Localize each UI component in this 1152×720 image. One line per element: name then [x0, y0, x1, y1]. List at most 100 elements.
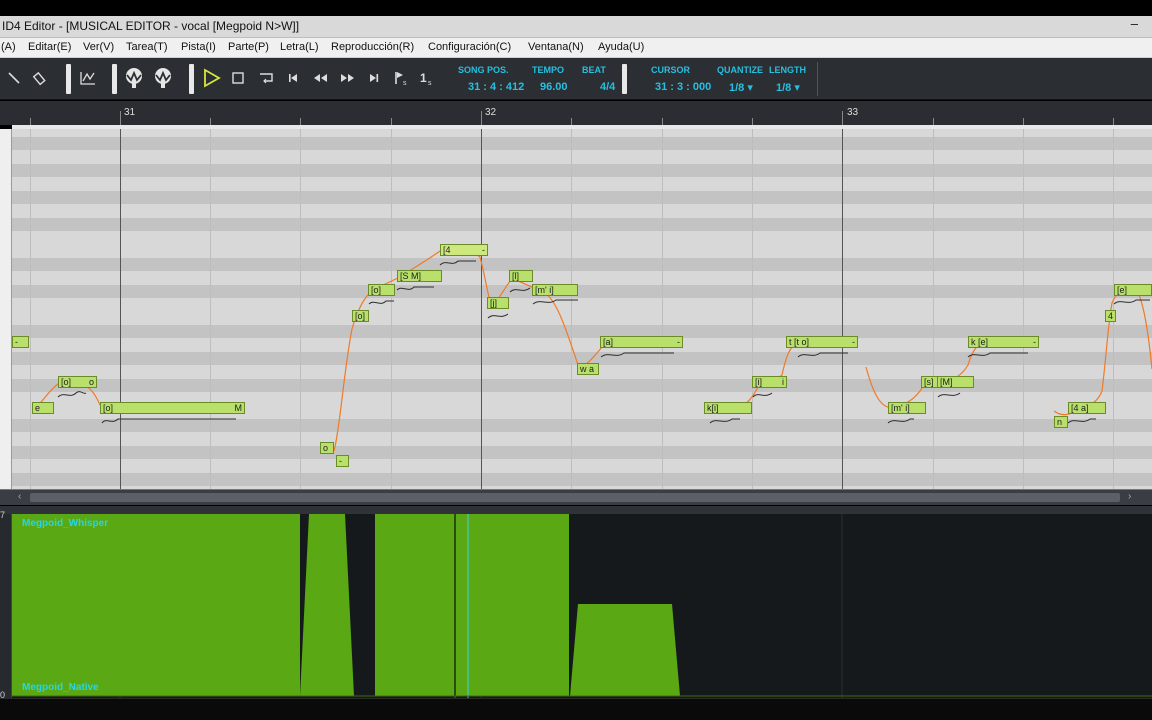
vocal-tree-icon[interactable]: [150, 66, 176, 90]
ruler-tick: [662, 118, 663, 125]
note-phoneme: i: [782, 377, 784, 387]
window-title: ID4 Editor - [MUSICAL EDITOR - vocal [Me…: [2, 19, 300, 33]
cursor-value: 31 : 3 : 000: [655, 81, 712, 93]
parameter-lane[interactable]: Megpoid_Whisper Megpoid_Native: [0, 514, 1152, 698]
eraser-icon[interactable]: [30, 66, 50, 90]
menu-item-editar[interactable]: Editar(E): [28, 41, 71, 53]
transport-toolbar: s 1s SONG POS. 31 : 4 : 412 TEMPO 96.00 …: [0, 58, 1152, 100]
quantize-select[interactable]: 1/8 ▾: [729, 81, 753, 94]
ruler-tick: [1113, 118, 1114, 125]
note-block[interactable]: [m' i]: [888, 402, 926, 414]
go-end-icon[interactable]: [365, 66, 383, 90]
note-block[interactable]: [j]: [487, 297, 509, 309]
note-block[interactable]: [o]: [352, 310, 369, 322]
note-block[interactable]: o: [320, 442, 334, 454]
note-block[interactable]: [o] o: [58, 376, 97, 388]
stop-icon[interactable]: [228, 66, 248, 90]
loop-icon[interactable]: [256, 66, 276, 90]
song-pos-label: SONG POS.: [458, 65, 509, 75]
note-block[interactable]: w a: [577, 363, 599, 375]
menu-item-letra[interactable]: Letra(L): [280, 41, 319, 53]
note-block[interactable]: [4 a]: [1068, 402, 1106, 414]
menu-item-configuracion[interactable]: Configuración(C): [428, 41, 511, 53]
note-lyric: t [t o]: [789, 337, 810, 347]
fast-forward-icon[interactable]: [337, 66, 359, 90]
scrollbar-thumb[interactable]: [30, 493, 1120, 502]
menu-item-tarea[interactable]: Tarea(T): [126, 41, 168, 53]
note-phoneme: M: [234, 403, 243, 413]
note-lyric: [o]: [61, 377, 72, 387]
note-phoneme: -: [677, 337, 680, 347]
bar-number: 33: [847, 107, 859, 118]
scroll-right-icon[interactable]: ›: [1128, 491, 1131, 502]
lane-edge: [0, 514, 12, 698]
note-block[interactable]: 4: [1105, 310, 1116, 322]
curve-edit-icon[interactable]: [77, 66, 99, 90]
note-block[interactable]: [l]: [509, 270, 533, 282]
menu-item-ayuda[interactable]: Ayuda(U): [598, 41, 644, 53]
rewind-icon[interactable]: [309, 66, 331, 90]
note-block[interactable]: -: [12, 336, 29, 348]
menu-item-reproduccion[interactable]: Reproducción(R): [331, 41, 414, 53]
note-block[interactable]: [e]: [1114, 284, 1152, 296]
piano-roll-grid[interactable]: - e [o] o [o] M o - [o] [o] [S M] [4 - […: [0, 129, 1152, 489]
toolbar-separator: [622, 64, 627, 94]
note-block[interactable]: k [e] -: [968, 336, 1039, 348]
note-block[interactable]: [i] i: [752, 376, 787, 388]
menu-item-ver[interactable]: Ver(V): [83, 41, 114, 53]
punch-icon[interactable]: 1s: [417, 66, 437, 90]
note-block[interactable]: [o]: [368, 284, 395, 296]
minimize-button[interactable]: –: [1131, 16, 1138, 31]
pencil-icon[interactable]: [4, 66, 24, 90]
ruler-bar-tick: [842, 111, 843, 125]
svg-text:s: s: [428, 80, 432, 86]
pitch-curve: [31, 248, 1152, 452]
go-start-icon[interactable]: [284, 66, 302, 90]
song-pos-value[interactable]: 31 : 4 : 412: [468, 81, 524, 93]
quantize-label: QUANTIZE: [717, 65, 763, 75]
note-block[interactable]: n: [1054, 416, 1068, 428]
menu-item-parte[interactable]: Parte(P): [228, 41, 269, 53]
note-block[interactable]: e: [32, 402, 54, 414]
note-block[interactable]: -: [336, 455, 349, 467]
note-lyric: [o]: [103, 403, 114, 413]
title-bar: ID4 Editor - [MUSICAL EDITOR - vocal [Me…: [0, 16, 1152, 38]
lane-scale-top: 7: [0, 510, 6, 520]
tempo-value[interactable]: 96.00: [540, 81, 568, 93]
length-select[interactable]: 1/8 ▾: [776, 81, 800, 94]
length-label: LENGTH: [769, 65, 806, 75]
note-block[interactable]: [o] M: [100, 402, 245, 414]
beat-value[interactable]: 4/4: [600, 81, 615, 93]
svg-text:1: 1: [420, 71, 427, 85]
scroll-left-icon[interactable]: ‹: [18, 491, 21, 502]
menu-item-a[interactable]: (A): [1, 41, 16, 53]
ruler-tick: [571, 118, 572, 125]
play-icon[interactable]: [199, 66, 223, 90]
note-block[interactable]: k[i]: [704, 402, 752, 414]
menu-item-ventana[interactable]: Ventana(N): [528, 41, 584, 53]
note-block[interactable]: [M]: [937, 376, 974, 388]
toolbar-separator: [189, 64, 194, 94]
timeline-ruler[interactable]: 31 32 33: [0, 101, 1152, 125]
note-block[interactable]: [m' i]: [532, 284, 578, 296]
lane-label-bottom: Megpoid_Native: [22, 682, 99, 693]
horizontal-scrollbar[interactable]: ‹ ›: [0, 489, 1152, 505]
flag-marker-icon[interactable]: s: [391, 66, 411, 90]
note-block[interactable]: [S M]: [397, 270, 442, 282]
vocal-blend-graph: [12, 514, 1152, 698]
menu-item-pista[interactable]: Pista(I): [181, 41, 216, 53]
toolbar-divider: [817, 62, 818, 96]
note-block[interactable]: t [t o] -: [786, 336, 858, 348]
vocal-tree-icon[interactable]: [121, 66, 147, 90]
ruler-tick: [933, 118, 934, 125]
lane-divider[interactable]: [0, 506, 1152, 514]
ruler-tick: [391, 118, 392, 125]
beat-label: BEAT: [582, 65, 606, 75]
ruler-tick: [30, 118, 31, 125]
ruler-tick: [300, 118, 301, 125]
ruler-bar-tick: [481, 111, 482, 125]
ruler-tick: [210, 118, 211, 125]
note-block[interactable]: [a] -: [600, 336, 683, 348]
note-lyric: [4: [443, 245, 451, 255]
note-block[interactable]: [4 -: [440, 244, 488, 256]
